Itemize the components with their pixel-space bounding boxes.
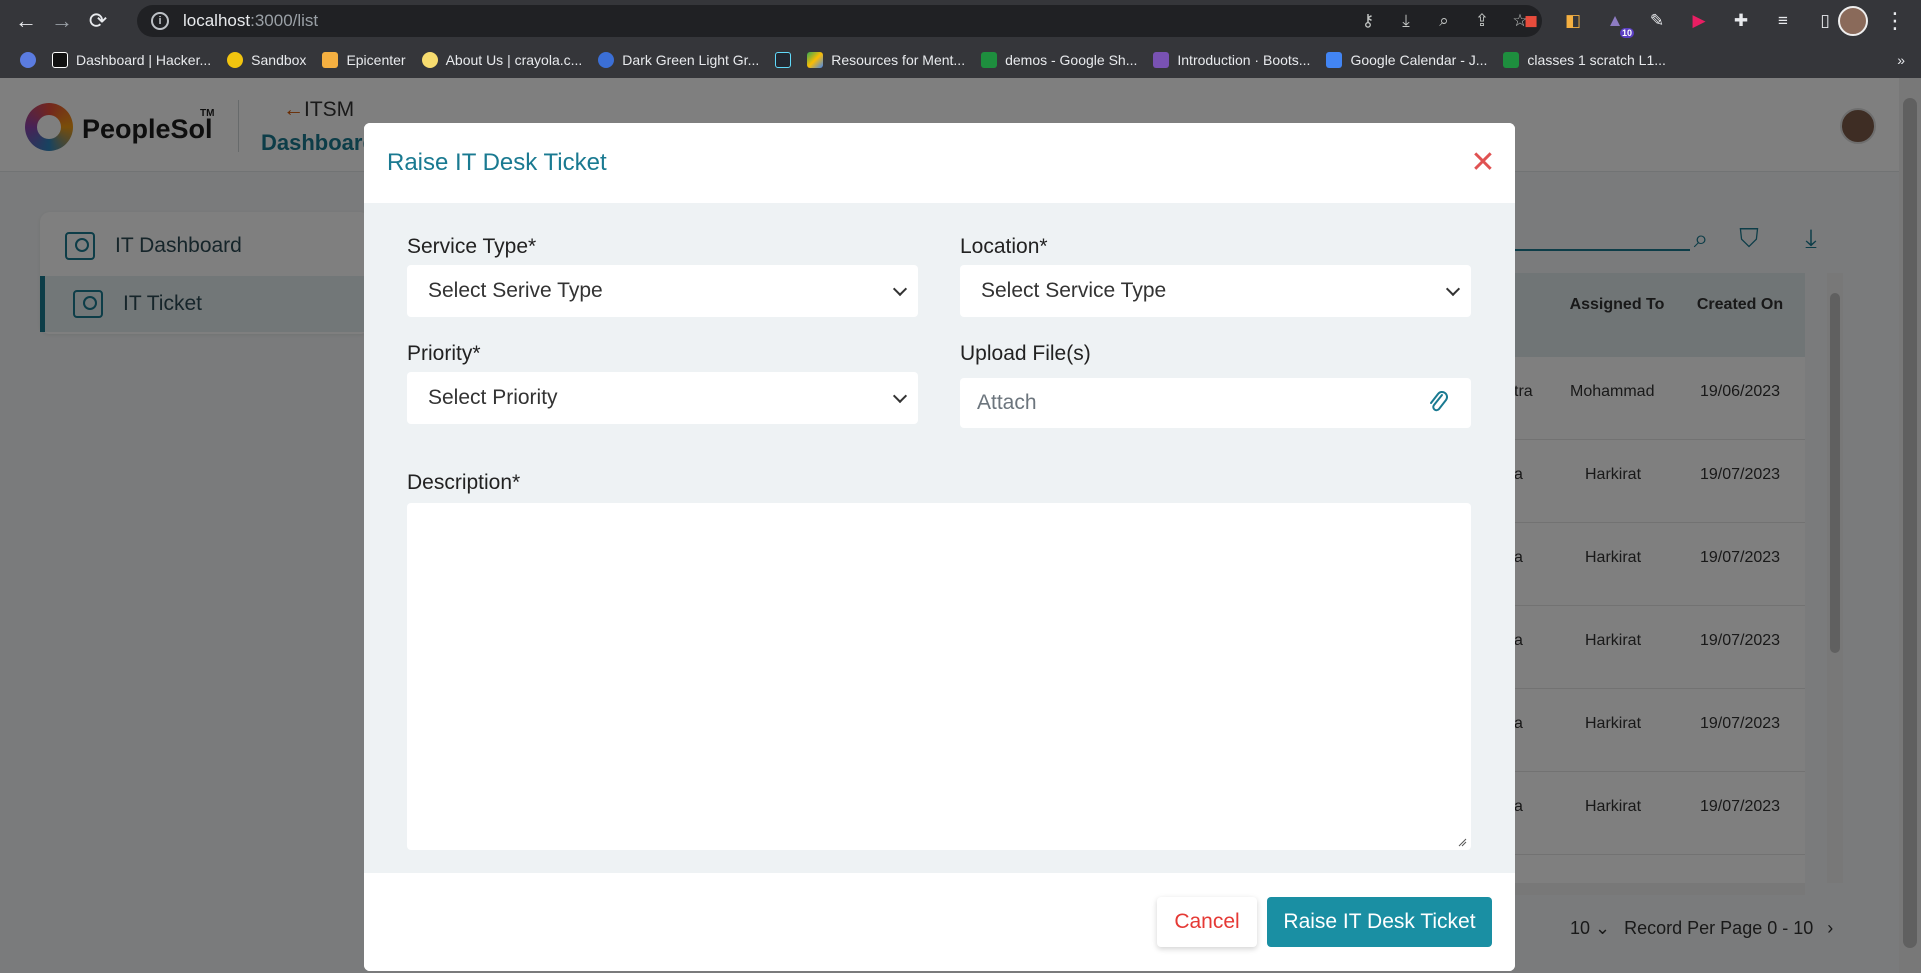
extension-icon-grad[interactable]: ▲ 10 bbox=[1600, 6, 1634, 38]
raise-ticket-button[interactable]: Raise IT Desk Ticket bbox=[1267, 897, 1492, 947]
bookmark-item[interactable]: classes 1 scratch L1... bbox=[1503, 52, 1666, 68]
google-sheets-icon bbox=[1503, 52, 1520, 68]
sandbox-icon bbox=[227, 52, 244, 68]
bookmark-label: Sandbox bbox=[251, 52, 307, 68]
paperclip-icon[interactable] bbox=[1425, 388, 1453, 416]
bookmarks-bar: Dashboard | Hacker... Sandbox Epicenter … bbox=[0, 42, 1921, 78]
browser-profile-avatar[interactable] bbox=[1838, 6, 1868, 36]
media-icon[interactable]: ≡ bbox=[1768, 6, 1798, 36]
close-icon[interactable]: ✕ bbox=[1466, 145, 1500, 179]
forward-arrow-icon[interactable]: → bbox=[44, 3, 80, 39]
bookmark-item[interactable]: Dark Green Light Gr... bbox=[598, 52, 759, 68]
browser-toolbar: ← → ⟳ i localhost:3000/list ⚷ ⤓ ⌕ ⇪ ☆ ◼ … bbox=[0, 0, 1921, 42]
bookmark-item[interactable]: About Us | crayola.c... bbox=[421, 52, 583, 68]
chevron-down-icon bbox=[888, 279, 912, 303]
bookmark-label: About Us | crayola.c... bbox=[445, 52, 583, 68]
location-label: Location* bbox=[960, 235, 1048, 258]
bookmark-item[interactable]: Introduction · Boots... bbox=[1153, 52, 1310, 68]
bookmark-label: demos - Google Sh... bbox=[1005, 52, 1138, 68]
modal-title: Raise IT Desk Ticket bbox=[387, 149, 607, 176]
service-type-label: Service Type* bbox=[407, 235, 537, 258]
upload-files-label: Upload File(s) bbox=[960, 342, 1091, 365]
zoom-icon[interactable]: ⌕ bbox=[1432, 9, 1456, 33]
modal-header: Raise IT Desk Ticket ✕ bbox=[364, 123, 1515, 203]
bootstrap-icon bbox=[1153, 52, 1170, 68]
bookmark-item[interactable]: Epicenter bbox=[322, 52, 406, 68]
priority-value: Select Priority bbox=[428, 386, 558, 409]
google-drive-icon bbox=[807, 52, 824, 68]
modal-body: Service Type* Select Serive Type Locatio… bbox=[364, 203, 1515, 873]
resize-grip-icon[interactable] bbox=[1457, 837, 1467, 847]
extension-icon-red[interactable]: ◼ bbox=[1516, 6, 1546, 36]
chevron-down-icon bbox=[888, 386, 912, 410]
bookmarks-overflow-icon[interactable]: » bbox=[1897, 52, 1905, 68]
url-path: :3000/list bbox=[250, 11, 319, 30]
google-sheets-icon bbox=[981, 52, 998, 68]
bookmark-label: Introduction · Boots... bbox=[1177, 52, 1311, 68]
cancel-button[interactable]: Cancel bbox=[1157, 897, 1257, 947]
more-menu-icon[interactable]: ⋮ bbox=[1880, 6, 1910, 36]
crayola-icon bbox=[421, 52, 438, 68]
bookmark-label: Resources for Ment... bbox=[831, 52, 966, 68]
service-type-value: Select Serive Type bbox=[428, 279, 603, 302]
bookmark-label: Dark Green Light Gr... bbox=[622, 52, 760, 68]
pen-icon[interactable]: ✎ bbox=[1642, 6, 1672, 36]
description-label: Description* bbox=[407, 471, 521, 494]
description-textarea[interactable] bbox=[407, 503, 1471, 850]
raise-ticket-modal: Raise IT Desk Ticket ✕ Service Type* Sel… bbox=[364, 123, 1515, 971]
color-site-icon bbox=[598, 52, 615, 68]
location-value: Select Service Type bbox=[981, 279, 1167, 302]
install-icon[interactable]: ⤓ bbox=[1394, 9, 1418, 33]
google-calendar-icon bbox=[1326, 52, 1343, 68]
attach-placeholder: Attach bbox=[977, 391, 1037, 414]
bookmark-item[interactable]: demos - Google Sh... bbox=[981, 52, 1137, 68]
bookmark-label: Google Calendar - J... bbox=[1350, 52, 1488, 68]
extension-icon-play[interactable]: ▶ bbox=[1684, 6, 1714, 36]
bookmark-item[interactable]: Google Calendar - J... bbox=[1326, 52, 1487, 68]
bookmark-label: Epicenter bbox=[346, 52, 406, 68]
sidepanel-icon[interactable]: ▯ bbox=[1810, 6, 1840, 36]
bookmark-label: classes 1 scratch L1... bbox=[1527, 52, 1666, 68]
modal-footer: Cancel Raise IT Desk Ticket bbox=[364, 873, 1515, 971]
priority-select[interactable]: Select Priority bbox=[407, 372, 918, 424]
service-type-select[interactable]: Select Serive Type bbox=[407, 265, 918, 317]
address-bar[interactable]: i localhost:3000/list ⚷ ⤓ ⌕ ⇪ ☆ bbox=[137, 5, 1542, 37]
react-icon bbox=[775, 52, 792, 68]
extension-badge: 10 bbox=[1619, 28, 1634, 38]
key-icon[interactable]: ⚷ bbox=[1356, 9, 1380, 33]
bookmark-label: Dashboard | Hacker... bbox=[76, 52, 212, 68]
bookmark-item[interactable]: Dashboard | Hacker... bbox=[52, 52, 211, 68]
paperclip-icon-svg bbox=[1430, 391, 1448, 412]
extension-icon-note[interactable]: ◧ bbox=[1558, 6, 1588, 36]
puzzle-icon[interactable]: ✚ bbox=[1726, 6, 1756, 36]
epicenter-icon bbox=[322, 52, 339, 68]
chevron-down-icon bbox=[1441, 279, 1465, 303]
location-select[interactable]: Select Service Type bbox=[960, 265, 1471, 317]
bookmark-apps-icon[interactable] bbox=[20, 52, 36, 68]
hackerrank-icon bbox=[52, 52, 68, 68]
bookmark-item[interactable]: Resources for Ment... bbox=[807, 52, 965, 68]
site-info-icon[interactable]: i bbox=[151, 12, 169, 30]
url-host: localhost bbox=[183, 11, 251, 30]
bookmark-item[interactable] bbox=[775, 52, 792, 68]
reload-icon[interactable]: ⟳ bbox=[80, 3, 116, 39]
bookmark-item[interactable]: Sandbox bbox=[227, 52, 306, 68]
back-arrow-icon[interactable]: ← bbox=[8, 3, 44, 39]
share-icon[interactable]: ⇪ bbox=[1470, 9, 1494, 33]
file-upload-input[interactable]: Attach bbox=[960, 378, 1471, 428]
priority-label: Priority* bbox=[407, 342, 481, 365]
